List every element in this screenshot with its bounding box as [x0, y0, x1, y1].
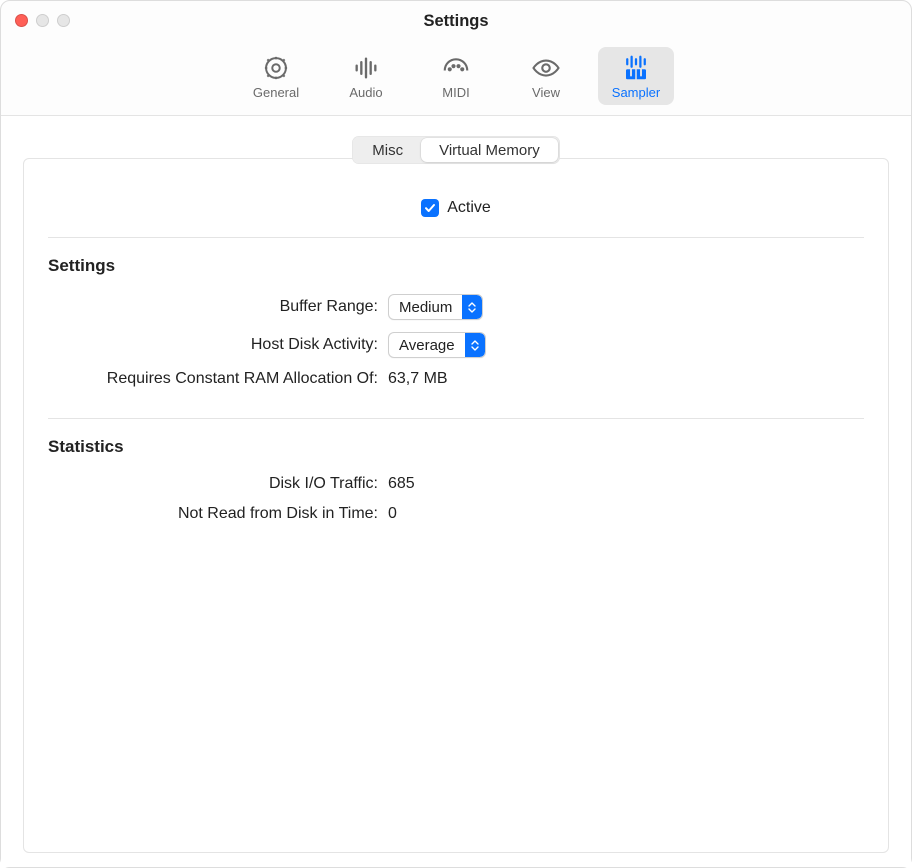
window-title: Settings — [1, 12, 911, 31]
content-area: Misc Virtual Memory Active Settings Buff… — [1, 116, 911, 867]
active-checkbox[interactable] — [421, 199, 439, 217]
tab-label: Sampler — [612, 85, 660, 100]
audio-icon — [352, 53, 380, 83]
settings-heading: Settings — [48, 238, 864, 294]
popup-arrows-icon — [465, 333, 485, 357]
buffer-range-row: Buffer Range: Medium — [48, 294, 864, 320]
tab-label: General — [253, 85, 299, 100]
host-disk-popup[interactable]: Average — [388, 332, 486, 358]
tab-label: Audio — [349, 85, 382, 100]
not-read-value: 0 — [388, 505, 397, 523]
host-disk-value: Average — [389, 337, 465, 354]
preferences-toolbar: General Audio — [1, 41, 911, 116]
settings-block: Buffer Range: Medium Host Disk Activity:… — [48, 294, 864, 418]
tab-midi[interactable]: MIDI — [418, 47, 494, 105]
buffer-range-label: Buffer Range: — [48, 298, 388, 316]
buffer-range-value: Medium — [389, 299, 462, 316]
ram-label: Requires Constant RAM Allocation Of: — [48, 370, 388, 388]
disk-io-row: Disk I/O Traffic: 685 — [48, 475, 864, 493]
not-read-row: Not Read from Disk in Time: 0 — [48, 505, 864, 523]
tab-audio[interactable]: Audio — [328, 47, 404, 105]
segment-virtual-memory[interactable]: Virtual Memory — [421, 138, 558, 162]
disk-io-value: 685 — [388, 475, 415, 493]
ram-row: Requires Constant RAM Allocation Of: 63,… — [48, 370, 864, 388]
statistics-heading: Statistics — [48, 419, 864, 475]
buffer-range-popup[interactable]: Medium — [388, 294, 483, 320]
active-label: Active — [447, 199, 491, 217]
tab-sampler[interactable]: Sampler — [598, 47, 674, 105]
virtual-memory-panel: Active Settings Buffer Range: Medium — [23, 158, 889, 853]
settings-window: Settings General — [0, 0, 912, 868]
tab-label: MIDI — [442, 85, 469, 100]
tab-label: View — [532, 85, 560, 100]
tab-general[interactable]: General — [238, 47, 314, 105]
eye-icon — [531, 53, 561, 83]
close-button[interactable] — [15, 14, 28, 27]
not-read-label: Not Read from Disk in Time: — [48, 505, 388, 523]
minimize-button[interactable] — [36, 14, 49, 27]
sampler-icon — [621, 53, 651, 83]
gear-icon — [262, 53, 290, 83]
host-disk-label: Host Disk Activity: — [48, 336, 388, 354]
host-disk-row: Host Disk Activity: Average — [48, 332, 864, 358]
segment-misc[interactable]: Misc — [354, 138, 421, 162]
zoom-button[interactable] — [57, 14, 70, 27]
titlebar: Settings — [1, 1, 911, 41]
popup-arrows-icon — [462, 295, 482, 319]
traffic-lights — [15, 14, 70, 27]
disk-io-label: Disk I/O Traffic: — [48, 475, 388, 493]
tab-view[interactable]: View — [508, 47, 584, 105]
ram-value: 63,7 MB — [388, 370, 448, 388]
active-row: Active — [48, 181, 864, 237]
midi-icon — [441, 53, 471, 83]
segmented-control: Misc Virtual Memory — [352, 136, 559, 164]
